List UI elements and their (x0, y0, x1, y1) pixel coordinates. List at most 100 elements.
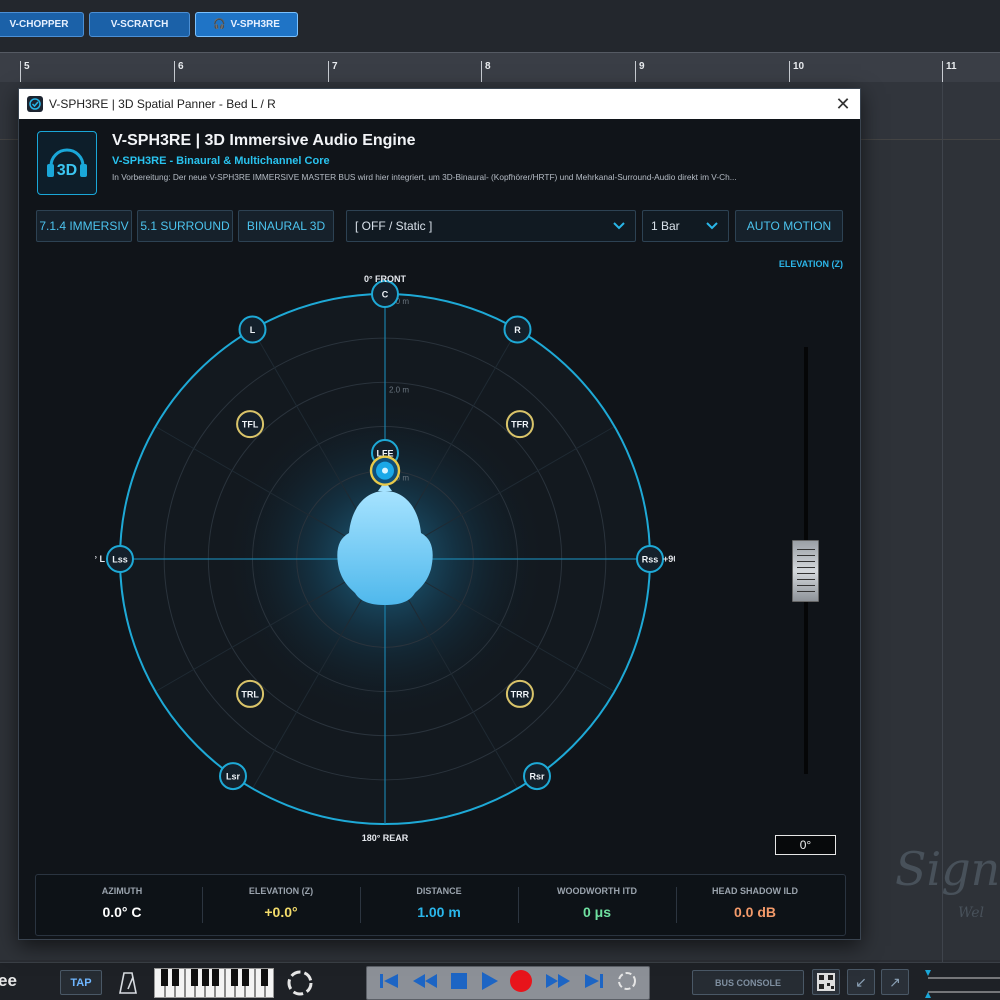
preset-5-1-button[interactable]: 5.1 SURROUND (137, 210, 233, 242)
bus-console-button[interactable]: BUS CONSOLE (692, 970, 804, 995)
chevron-down-icon (706, 222, 718, 230)
record-icon[interactable] (509, 969, 533, 998)
speaker-rss[interactable]: Rss (636, 545, 664, 573)
grip-line (797, 572, 815, 574)
motion-rate-value: 1 Bar (651, 219, 680, 233)
skip-to-end-icon[interactable] (583, 972, 605, 995)
stat-head-shadow-ild: HEAD SHADOW ILD 0.0 dB (676, 875, 834, 935)
ruler-mark: 8 (485, 61, 491, 72)
transport-controls (366, 966, 650, 1000)
spatial-panner-field[interactable]: 3.0 m2.0 m1.0 m0.5 m CLRLssRssLsrRsrTFLT… (95, 249, 675, 849)
window-title: V-SPH3RE | 3D Spatial Panner - Bed L / R (49, 97, 276, 111)
metronome-icon[interactable] (116, 970, 140, 996)
expand-arrow-icon[interactable]: ↗ (881, 969, 909, 995)
tab-v-scratch[interactable]: V-SCRATCH (89, 12, 190, 37)
speaker-c[interactable]: C (371, 280, 399, 308)
bottom-left-text: ee (0, 971, 17, 990)
loop-icon[interactable] (616, 970, 638, 997)
collapse-arrow-icon[interactable]: ↙ (847, 969, 875, 995)
speaker-label: Lsr (226, 772, 241, 782)
motion-mode-select[interactable]: [ OFF / Static ] (346, 210, 636, 242)
stat-value: 1.00 m (417, 904, 461, 920)
loop-spinner-icon[interactable] (284, 967, 316, 999)
signature-watermark: Signa (895, 842, 1000, 896)
rewind-icon[interactable] (411, 972, 439, 995)
ruler-tick (328, 61, 329, 83)
spatial-panner-window: V-SPH3RE | 3D Spatial Panner - Bed L / R… (18, 88, 861, 940)
headphones-icon: 🎧 (213, 19, 226, 30)
stat-label: WOODWORTH ITD (557, 886, 637, 896)
stat-label: AZIMUTH (101, 886, 143, 896)
speaker-r[interactable]: R (503, 315, 532, 344)
tab-v-chopper[interactable]: V-CHOPPER (0, 12, 84, 37)
speaker-label: TFR (511, 420, 529, 430)
grid-line (942, 82, 943, 962)
ruler-mark: 5 (24, 61, 30, 72)
left-label: -90° L (95, 554, 105, 564)
stat-azimuth: AZIMUTH 0.0° C (43, 875, 201, 935)
ruler-tick (20, 61, 21, 83)
speaker-label: TRL (241, 689, 259, 699)
tab-v-sph3re[interactable]: 🎧 V-SPH3RE (195, 12, 298, 37)
tap-tempo-button[interactable]: TAP (60, 970, 102, 995)
piano-keyboard-icon[interactable] (154, 968, 274, 998)
ruler-mark: 11 (946, 61, 957, 72)
motion-mode-value: [ OFF / Static ] (355, 219, 433, 233)
speaker-l[interactable]: L (238, 315, 267, 344)
stat-value: 0.0 dB (733, 904, 776, 920)
speaker-label: TFL (242, 420, 259, 430)
ruler-mark: 9 (639, 61, 645, 72)
qr-code-icon[interactable] (812, 969, 840, 995)
window-titlebar[interactable]: V-SPH3RE | 3D Spatial Panner - Bed L / R… (19, 89, 860, 119)
preset-7-1-4-button[interactable]: 7.1.4 IMMERSIV (36, 210, 132, 242)
speaker-tfr[interactable]: TFR (505, 410, 534, 439)
ruler-tick (481, 61, 482, 83)
stop-icon[interactable] (450, 972, 468, 995)
speaker-trl[interactable]: TRL (236, 679, 265, 708)
ruler-mark: 10 (793, 61, 805, 72)
preset-binaural-button[interactable]: BINAURAL 3D (238, 210, 334, 242)
spatial-stats-panel: AZIMUTH 0.0° C ELEVATION (Z) +0.0° DISTA… (35, 874, 846, 936)
grip-line (797, 584, 815, 586)
speaker-lsr[interactable]: Lsr (219, 762, 248, 791)
3d-headphones-logo: 3D (37, 131, 97, 195)
tab-v-sph3re-label: V-SPH3RE (230, 19, 280, 30)
elevation-value-field[interactable]: 0° (775, 835, 836, 855)
right-label: +90° R (663, 554, 675, 564)
elevation-label: ELEVATION (Z) (778, 259, 843, 269)
speaker-lss[interactable]: Lss (106, 545, 134, 573)
speaker-label: Lss (112, 555, 128, 565)
timeline-ruler[interactable]: 5 6 7 8 9 10 11 (0, 52, 1000, 83)
stat-value: 0 μs (582, 904, 612, 920)
grip-line (797, 560, 815, 562)
speaker-label: C (382, 290, 389, 300)
elevation-fader-handle[interactable] (792, 539, 819, 602)
skip-to-start-icon[interactable] (378, 972, 400, 995)
motion-rate-select[interactable]: 1 Bar (642, 210, 729, 242)
close-icon[interactable]: ✕ (832, 93, 854, 115)
stat-value: +0.0° (264, 904, 298, 920)
chevron-down-icon (613, 222, 625, 230)
auto-motion-button[interactable]: AUTO MOTION (735, 210, 843, 242)
position-indicator[interactable] (922, 968, 1000, 998)
speaker-tfl[interactable]: TFL (236, 410, 265, 439)
grip-line (797, 554, 815, 556)
fast-forward-icon[interactable] (544, 972, 572, 995)
grip-line (797, 566, 815, 568)
stat-label: HEAD SHADOW ILD (712, 886, 798, 896)
grip-line (797, 548, 815, 550)
speaker-rsr[interactable]: Rsr (522, 762, 551, 791)
stat-value: 0.0° C (102, 904, 142, 920)
speaker-label: TRR (511, 689, 530, 699)
stat-distance: DISTANCE 1.00 m (360, 875, 518, 935)
ruler-mark: 7 (332, 61, 338, 72)
stat-label: ELEVATION (Z) (248, 886, 314, 896)
ruler-mark: 6 (178, 61, 184, 72)
ruler-tick (174, 61, 175, 83)
sound-source-handle[interactable] (369, 455, 401, 486)
speaker-label: Rsr (529, 772, 545, 782)
ruler-tick (789, 61, 790, 83)
speaker-trr[interactable]: TRR (505, 679, 534, 708)
signature-subtext: Wel (958, 905, 985, 921)
play-icon[interactable] (479, 971, 499, 996)
